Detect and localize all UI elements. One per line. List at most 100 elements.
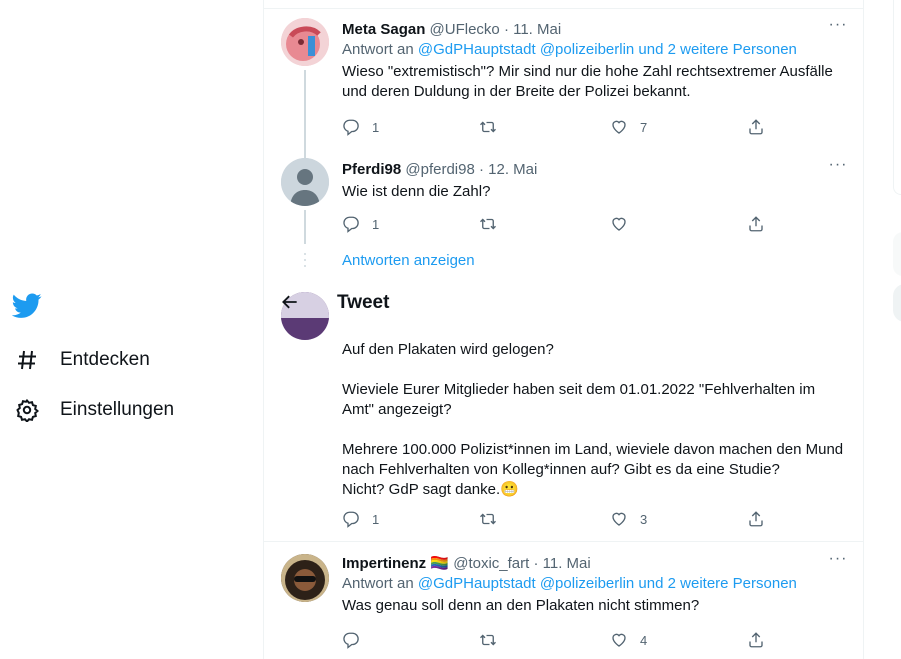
tweet-actions: 4 (342, 630, 772, 650)
reply-context: Antwort an @GdPHauptstadt @polizeiberlin… (342, 40, 848, 60)
tweet-actions: 1 3 (342, 509, 772, 529)
reply-button[interactable]: 1 (342, 117, 379, 137)
like-count: 7 (640, 119, 648, 135)
share-icon (749, 511, 763, 527)
nav-item-explore[interactable]: Entdecken (14, 345, 150, 375)
share-icon (749, 216, 763, 232)
reply-context: Antwort an @GdPHauptstadt @polizeiberlin… (342, 574, 848, 594)
sticky-header: Tweet (264, 284, 863, 322)
tweet-header: Impertinenz 🏳️‍🌈 @toxic_fart · 11. Mai (342, 554, 848, 574)
thread-line (304, 70, 306, 150)
rainbow-flag-icon: 🏳️‍🌈 (430, 555, 450, 572)
timeline-column: Meta Sagan @UFlecko · 11. Mai Antwort an… (263, 0, 864, 659)
author-handle[interactable]: @pferdi98 (405, 161, 474, 178)
left-nav: Entdecken Einstellungen (0, 0, 263, 659)
right-sidebar-panel (893, 232, 901, 276)
right-sidebar-card (893, 0, 901, 195)
tweet-date[interactable]: · 11. Mai (504, 21, 561, 38)
more-options-icon[interactable]: ··· (828, 17, 848, 40)
share-button[interactable] (747, 630, 765, 650)
gear-icon (14, 397, 40, 423)
reply-count: 1 (372, 216, 380, 232)
avatar[interactable] (281, 554, 329, 602)
reply-button[interactable] (342, 630, 372, 650)
avatar[interactable] (281, 18, 329, 66)
arrow-left-icon (282, 295, 297, 309)
tweet-body: Impertinenz 🏳️‍🌈 @toxic_fart · 11. Mai A… (342, 554, 848, 616)
like-count: 3 (640, 511, 648, 527)
page-title: Tweet (337, 292, 390, 313)
tweet-text: Auf den Plakaten wird gelogen? Wieviele … (342, 340, 848, 500)
heart-icon (612, 217, 626, 231)
retweet-icon (480, 634, 496, 646)
retweet-button[interactable] (478, 117, 510, 137)
tweet-header: Meta Sagan @UFlecko · 11. Mai (342, 20, 848, 40)
retweet-icon (480, 121, 496, 133)
nav-item-settings[interactable]: Einstellungen (14, 395, 174, 425)
tweet-text: Wieso "extremistisch"? Mir sind nur die … (342, 63, 833, 100)
retweet-button[interactable] (478, 214, 510, 234)
share-icon (749, 119, 763, 135)
tweet-text: Was genau soll denn an den Plakaten nich… (342, 597, 700, 614)
tweet-date[interactable]: · 12. Mai (479, 161, 537, 178)
tweet[interactable]: Pferdi98 @pferdi98 · 12. Mai Wie ist den… (264, 150, 863, 250)
heart-icon (612, 512, 626, 526)
share-button[interactable] (747, 117, 765, 137)
retweet-button[interactable] (478, 630, 510, 650)
share-icon (749, 632, 763, 648)
like-button[interactable]: 3 (610, 509, 647, 529)
tweet[interactable]: Impertinenz 🏳️‍🌈 @toxic_fart · 11. Mai A… (264, 542, 863, 659)
reply-icon (343, 632, 359, 649)
author-name[interactable]: Meta Sagan (342, 21, 425, 38)
back-button[interactable] (280, 292, 304, 316)
share-button[interactable] (747, 214, 765, 234)
tweet-date[interactable]: · 11. Mai (533, 555, 590, 572)
like-button[interactable]: 7 (610, 117, 647, 137)
reply-count: 1 (372, 119, 380, 135)
avatar[interactable] (281, 158, 329, 206)
grimacing-emoji-icon: 😬 (500, 481, 519, 498)
show-replies-link[interactable]: Antworten anzeigen (342, 252, 475, 269)
author-handle[interactable]: @UFlecko (430, 21, 500, 38)
reply-button[interactable]: 1 (342, 214, 379, 234)
thread-line (304, 150, 306, 158)
like-count: 4 (640, 632, 648, 648)
author-name[interactable]: Pferdi98 (342, 161, 401, 178)
reply-button[interactable]: 1 (342, 509, 379, 529)
search-field[interactable] (893, 284, 901, 322)
tweet[interactable]: Auf den Plakaten wird gelogen? Wieviele … (264, 284, 863, 540)
tweet-body: Meta Sagan @UFlecko · 11. Mai Antwort an… (342, 20, 848, 102)
tweet-text: Wie ist denn die Zahl? (342, 183, 491, 200)
twitter-bird-icon[interactable] (11, 290, 42, 320)
more-options-icon[interactable]: ··· (828, 551, 848, 574)
tweet-actions: 1 7 (342, 117, 772, 137)
nav-item-label: Entdecken (60, 349, 150, 370)
author-name[interactable]: Impertinenz (342, 555, 426, 572)
reply-count: 1 (372, 511, 380, 527)
reply-mentions[interactable]: @GdPHauptstadt @polizeiberlin und 2 weit… (418, 575, 797, 592)
reply-icon (343, 216, 359, 233)
retweet-icon (480, 218, 496, 230)
tweet-text-body: Auf den Plakaten wird gelogen? Wieviele … (342, 341, 844, 498)
reply-prefix: Antwort an (342, 575, 418, 592)
hashtag-icon (14, 347, 40, 373)
author-handle[interactable]: @toxic_fart (453, 555, 529, 572)
tweet[interactable]: Meta Sagan @UFlecko · 11. Mai Antwort an… (264, 10, 863, 150)
nav-item-label: Einstellungen (60, 399, 175, 420)
more-options-icon[interactable]: ··· (828, 157, 848, 180)
reply-icon (343, 119, 359, 136)
tweet-body: Auf den Plakaten wird gelogen? Wieviele … (342, 338, 848, 500)
reply-icon (343, 511, 359, 528)
like-button[interactable] (610, 214, 640, 234)
reply-prefix: Antwort an (342, 41, 418, 58)
reply-mentions[interactable]: @GdPHauptstadt @polizeiberlin und 2 weit… (418, 41, 797, 58)
thread-gap-dots (304, 253, 306, 271)
like-button[interactable]: 4 (610, 630, 647, 650)
thread-line (304, 210, 306, 244)
share-button[interactable] (747, 509, 765, 529)
divider (264, 8, 863, 9)
tweet-body: Pferdi98 @pferdi98 · 12. Mai Wie ist den… (342, 160, 848, 202)
tweet-header: Pferdi98 @pferdi98 · 12. Mai (342, 160, 848, 180)
tweet-actions: 1 (342, 214, 772, 234)
retweet-button[interactable] (478, 509, 510, 529)
